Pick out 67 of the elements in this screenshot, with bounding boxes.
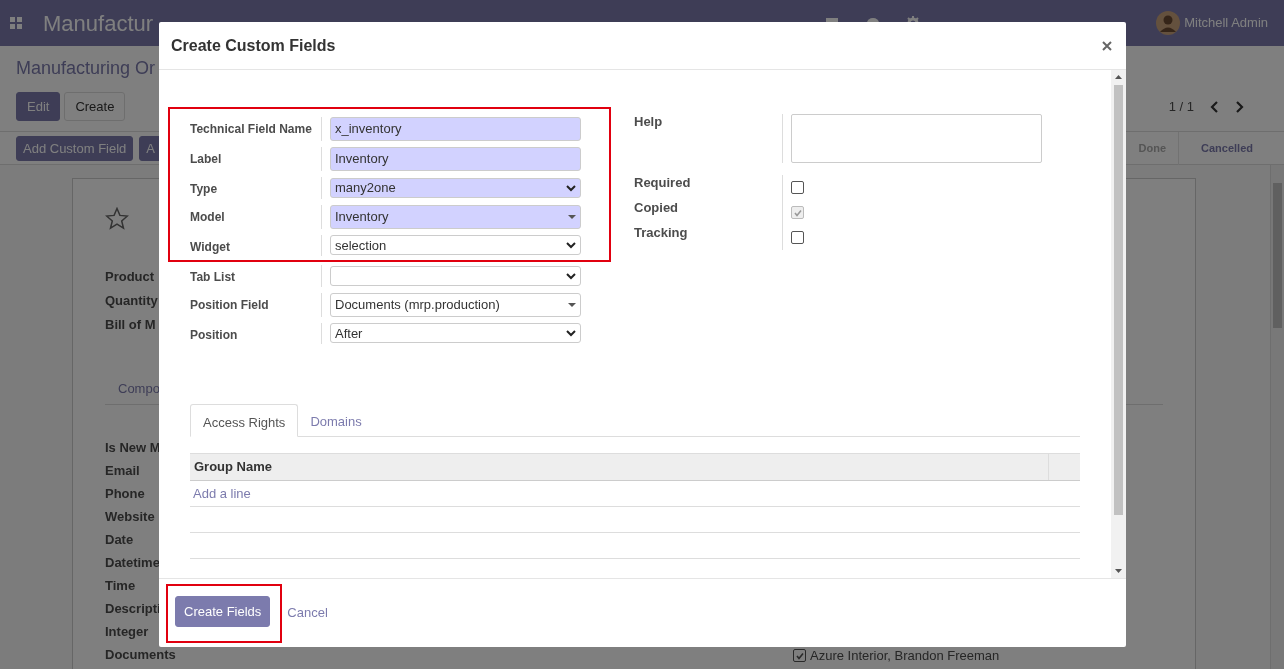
tab[interactable]: Domains [298, 404, 374, 436]
scroll-down-icon[interactable] [1114, 568, 1123, 574]
field-label: Position Field [190, 297, 269, 312]
checkbox-label: Azure Interior, Brandon Freeman [810, 646, 1000, 665]
status-step[interactable]: Cancelled [1178, 131, 1265, 165]
user-menu[interactable]: Mitchell Admin [1184, 13, 1268, 33]
chevron-icon [566, 271, 576, 280]
field-label: Type [190, 182, 218, 196]
dropdown[interactable]: Inventory [330, 204, 581, 229]
chevron-icon [566, 183, 576, 192]
action-button[interactable]: Add Custom Field [16, 135, 134, 161]
scroll-up-icon[interactable] [1114, 74, 1123, 80]
field-label: Phone [105, 485, 145, 503]
field-label: Documents [105, 646, 176, 664]
field-label: Quantity [105, 292, 158, 310]
field-label: Descripti [105, 600, 161, 618]
scrollbar[interactable] [1111, 70, 1126, 578]
input-field[interactable]: Inventory [330, 147, 581, 171]
chevron-icon [566, 329, 576, 338]
tab[interactable]: Access Rights [190, 404, 299, 437]
checkbox[interactable] [791, 181, 804, 194]
field-label: Integer [105, 623, 149, 641]
avatar [1156, 11, 1181, 35]
close-icon[interactable] [1102, 40, 1112, 51]
apps-icon[interactable] [10, 17, 22, 29]
field-label: Website [105, 508, 155, 526]
previous-icon[interactable] [1210, 100, 1219, 113]
caret-icon [568, 302, 576, 307]
add-line-link[interactable]: Add a line [190, 483, 251, 504]
caret-icon [568, 214, 576, 219]
field-label: Help [634, 114, 663, 129]
field-label: Product [105, 268, 155, 286]
checkbox[interactable] [791, 231, 804, 244]
field-label: Time [105, 577, 136, 595]
field-label: Position [190, 327, 238, 342]
checkbox[interactable] [793, 649, 806, 662]
field-label: Tab List [190, 270, 236, 284]
field-label: Widget [190, 239, 230, 254]
dropdown[interactable]: many2one [330, 177, 581, 198]
dialog-title: Create Custom Fields [171, 35, 336, 56]
scrollbar-thumb[interactable] [1114, 85, 1123, 515]
column-header: Group Name [193, 459, 272, 475]
field-label: Model [190, 209, 225, 224]
field-label: Tracking [634, 225, 688, 240]
create-button[interactable]: Create [64, 92, 126, 121]
dropdown[interactable]: Documents (mrp.production) [330, 292, 581, 317]
edit-button[interactable]: Edit [16, 92, 61, 121]
field-label: Date [105, 531, 134, 549]
scrollbar-thumb[interactable] [1273, 183, 1282, 328]
cancel-link[interactable]: Cancel [287, 603, 328, 623]
app-name[interactable]: Manufactur [43, 6, 154, 40]
create-fields-button[interactable]: Create Fields [175, 595, 271, 627]
dropdown[interactable]: selection [330, 235, 581, 256]
star-icon[interactable] [105, 207, 129, 231]
pager-value: 1 / 1 [1168, 97, 1194, 116]
scrollbar[interactable] [1270, 165, 1284, 669]
chevron-icon [566, 241, 576, 250]
field-label: Datetime [105, 554, 160, 572]
field-label: Bill of M [105, 316, 156, 334]
input-field[interactable]: x_inventory [330, 117, 581, 141]
field-label: Copied [634, 200, 679, 215]
field-label: Technical Field Name [190, 122, 312, 136]
dropdown[interactable]: After [330, 323, 581, 344]
next-icon[interactable] [1235, 100, 1244, 113]
field-label: Required [634, 175, 691, 190]
field-label: Label [190, 152, 222, 166]
field-label: Email [105, 462, 140, 480]
